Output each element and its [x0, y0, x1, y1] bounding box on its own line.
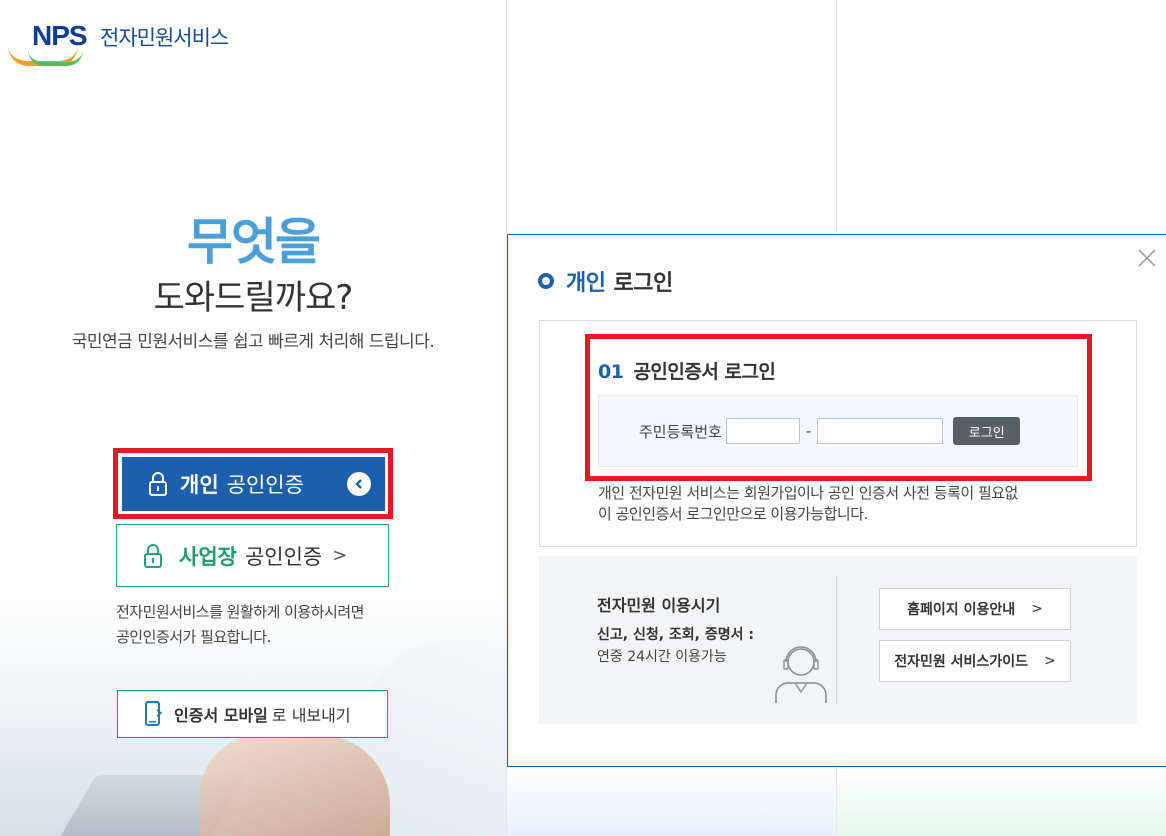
service-hours-category: 신고, 신청, 조회, 증명서 :	[597, 627, 754, 643]
mobile-label-strong: 인증서 모바일	[174, 706, 268, 725]
note-line: 개인 전자민원 서비스는 회원가입이나 공인 인증서 사전 등록이 필요없	[598, 484, 1018, 502]
cert-login-box: 01 공인인증서 로그인 주민등록번호 - 로그인 개인 전자민원 서비스는 회원…	[539, 320, 1137, 547]
service-hours-title: 전자민원 이용시기	[597, 596, 721, 615]
hero-description: 국민연금 민원서비스를 쉽고 빠르게 처리해 드립니다.	[71, 332, 435, 352]
homepage-guide-label: 홈페이지 이용안내	[907, 602, 1016, 618]
login-panel: 개인 로그인 01 공인인증서 로그인 주민등록번호 - 로그인 개인 전자민원 …	[507, 234, 1166, 767]
close-icon[interactable]	[1136, 247, 1158, 269]
login-note: 개인 전자민원 서비스는 회원가입이나 공인 인증서 사전 등록이 필요없 이 …	[598, 483, 1098, 525]
panel-title-text: 로그인	[613, 271, 673, 296]
business-label: 공인인증	[244, 544, 323, 569]
service-info-box: 전자민원 이용시기 신고, 신청, 조회, 증명서 : 연중 24시간 이용가능…	[539, 556, 1137, 724]
agent-icon	[775, 646, 827, 703]
ssn-second-input[interactable]	[817, 418, 944, 444]
business-cert-button[interactable]: 사업장 공인인증 >	[116, 524, 389, 587]
personal-cert-button[interactable]: 개인 공인인증	[122, 457, 385, 511]
service-guide-button[interactable]: 전자민원 서비스가이드 >	[879, 640, 1071, 682]
cert-login-title-text: 공인인증서 로그인	[633, 361, 776, 383]
background-graphic	[507, 766, 836, 836]
service-guide-label: 전자민원 서비스가이드	[894, 654, 1028, 670]
chevron-right-icon: >	[1043, 653, 1056, 669]
lock-icon	[144, 543, 162, 568]
chevron-right-icon: >	[1031, 601, 1043, 617]
chevron-left-icon	[347, 472, 371, 496]
background-photo-hand	[200, 735, 390, 836]
business-label-strong: 사업장	[179, 544, 237, 569]
personal-label: 공인인증	[226, 473, 304, 497]
phone-icon	[145, 701, 162, 726]
logo-service-name: 전자민원서비스	[100, 26, 229, 50]
panel-title-highlight: 개인	[566, 271, 606, 296]
export-cert-mobile-button[interactable]: 인증서 모바일 로 내보내기	[117, 690, 388, 738]
note-line: 이 공인인증서 로그인만으로 이용가능합니다.	[598, 505, 868, 523]
cert-required-notice: 전자민원서비스를 원활하게 이용하시려면 공인인증서가 필요합니다.	[116, 600, 416, 650]
notice-line: 전자민원서비스를 원활하게 이용하시려면	[116, 603, 364, 621]
personal-label-strong: 개인	[180, 473, 219, 497]
hero-title: 무엇을	[187, 213, 321, 271]
homepage-guide-button[interactable]: 홈페이지 이용안내 >	[879, 588, 1071, 630]
chevron-right-icon: >	[332, 545, 348, 566]
cert-login-title: 01 공인인증서 로그인	[598, 357, 776, 384]
nps-logo[interactable]: NPS 전자민원서비스	[8, 20, 248, 66]
notice-line: 공인인증서가 필요합니다.	[116, 628, 271, 646]
mobile-label: 로 내보내기	[271, 706, 351, 725]
service-hours-text: 연중 24시간 이용가능	[597, 649, 727, 665]
info-divider	[836, 576, 837, 704]
login-button[interactable]: 로그인	[953, 417, 1021, 445]
panel-title: 개인 로그인	[538, 265, 673, 297]
ssn-input-area: 주민등록번호 - 로그인	[598, 395, 1078, 467]
lock-icon	[149, 472, 167, 496]
hero-subtitle: 도와드릴까요?	[153, 278, 354, 318]
logo-brand: NPS	[32, 20, 88, 51]
logo-arc	[28, 50, 83, 66]
ssn-first-input[interactable]	[725, 418, 800, 444]
step-number: 01	[598, 361, 624, 383]
ssn-dash: -	[805, 422, 812, 440]
background-graphic	[837, 766, 1166, 836]
ssn-label: 주민등록번호	[639, 422, 722, 441]
bullet-ring-icon	[538, 273, 554, 289]
